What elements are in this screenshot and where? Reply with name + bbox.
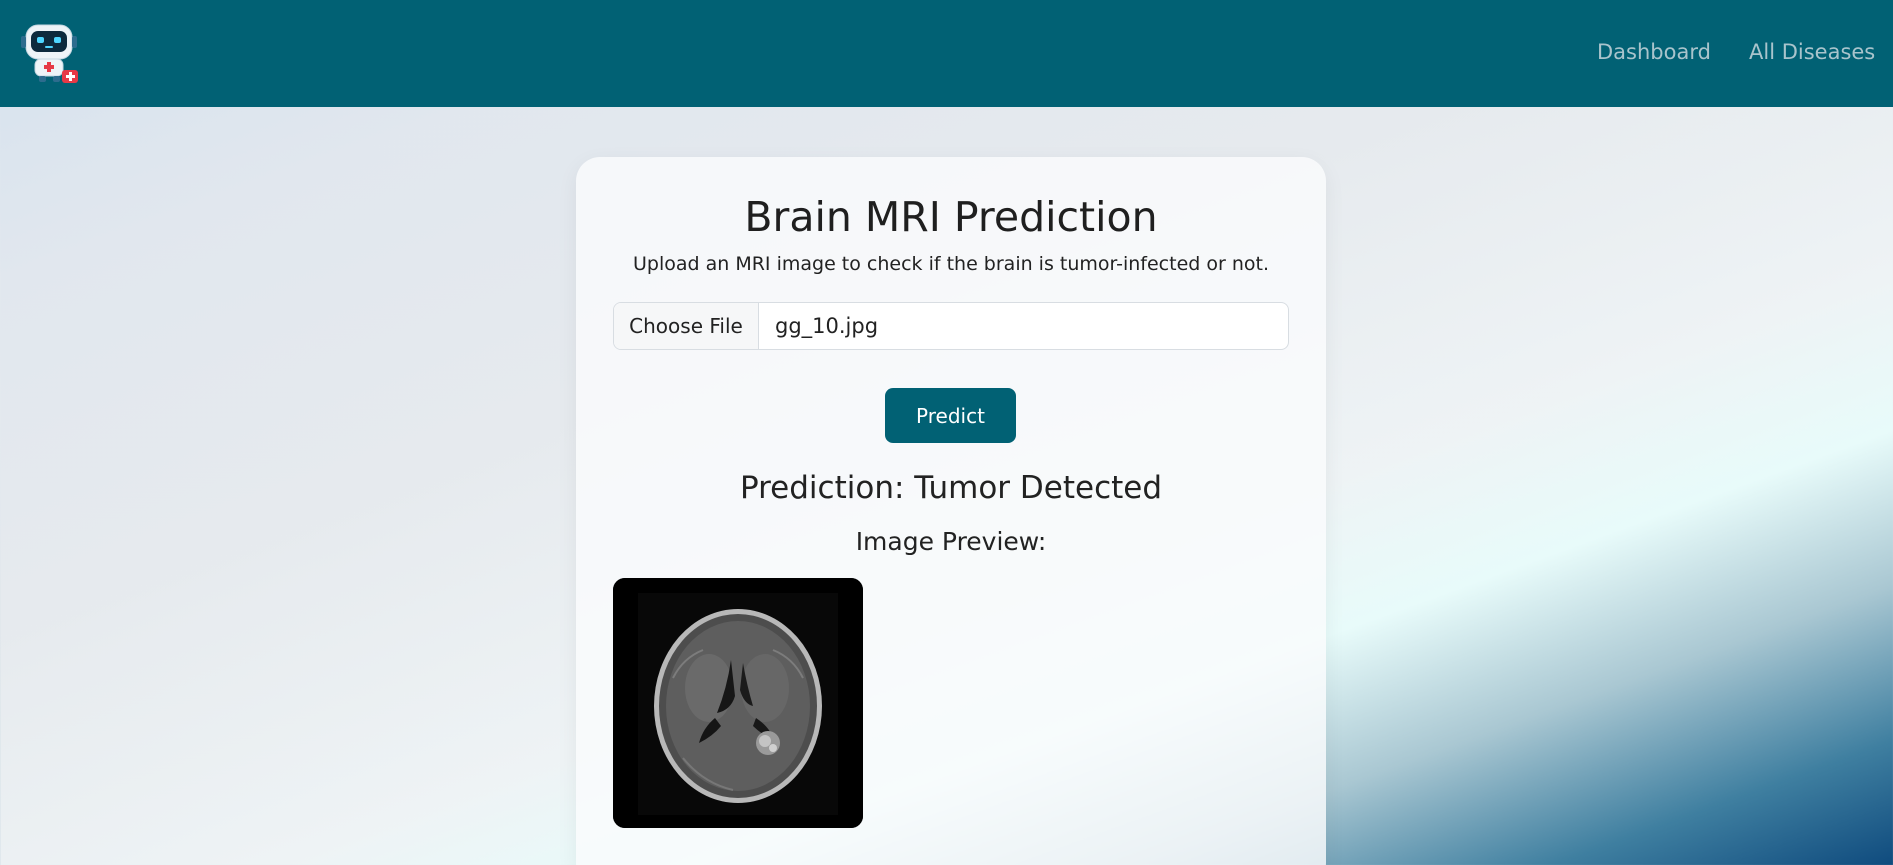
prediction-result: Prediction: Tumor Detected xyxy=(739,470,1163,506)
page-title: Brain MRI Prediction xyxy=(744,193,1158,241)
robot-doctor-icon[interactable] xyxy=(18,20,84,86)
nav-link-dashboard[interactable]: Dashboard xyxy=(1597,40,1711,64)
image-preview-label: Image Preview: xyxy=(855,527,1047,556)
selected-file-name: gg_10.jpg xyxy=(775,314,879,338)
choose-file-button[interactable]: Choose File xyxy=(614,303,759,349)
predict-button[interactable]: Predict xyxy=(885,388,1016,443)
prediction-card: Brain MRI Prediction Upload an MRI image… xyxy=(576,157,1326,865)
page-subtitle: Upload an MRI image to check if the brai… xyxy=(633,253,1269,275)
mri-image-preview xyxy=(613,578,863,828)
nav-link-all-diseases[interactable]: All Diseases xyxy=(1749,40,1875,64)
navbar: Dashboard All Diseases xyxy=(0,0,1893,107)
file-upload-field[interactable]: Choose File gg_10.jpg xyxy=(613,302,1289,350)
